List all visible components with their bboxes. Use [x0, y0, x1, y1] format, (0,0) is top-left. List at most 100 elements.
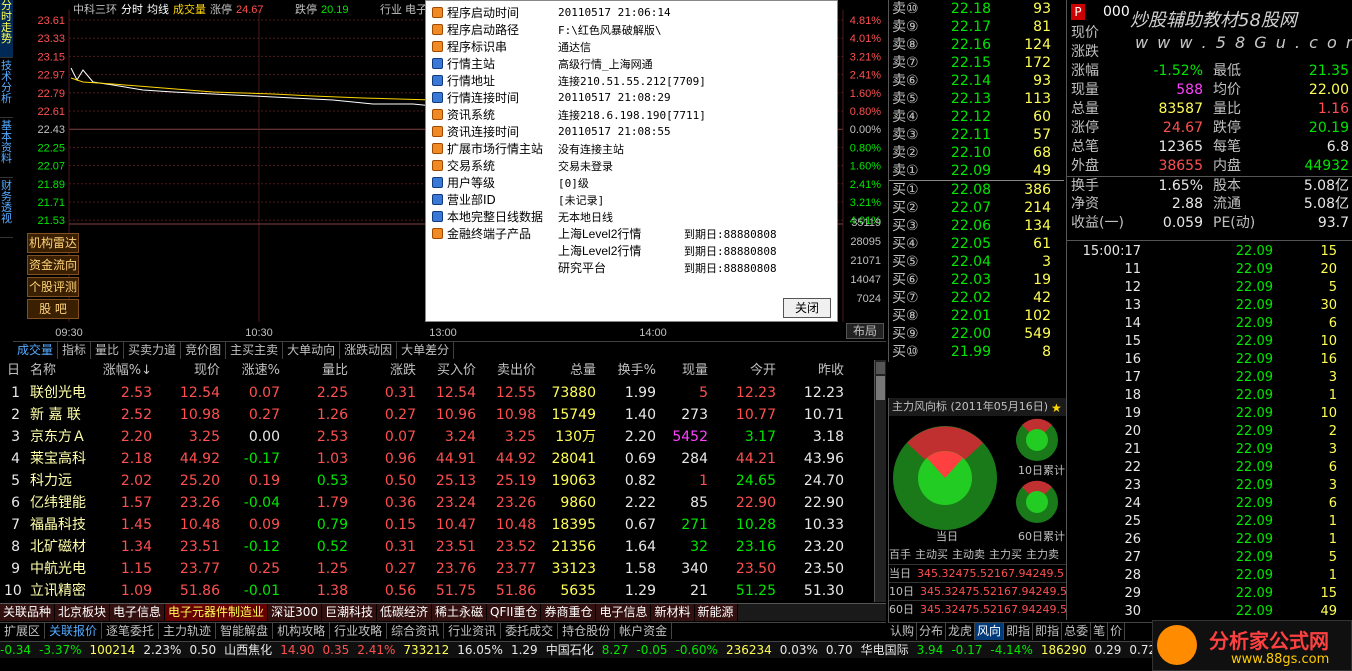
- bid-row[interactable]: 买⑥ 22.03 19: [889, 271, 1064, 289]
- sector-tab[interactable]: 稀土永磁: [432, 604, 488, 621]
- indicator-tab[interactable]: 大单动向: [283, 342, 341, 359]
- bid-row[interactable]: 买⑦ 22.02 42: [889, 289, 1064, 307]
- indicator-tab[interactable]: 量比: [91, 342, 125, 359]
- table-row[interactable]: 1 联创光电 2.53 12.54 0.07 2.25 0.31 12.54 12.55 7388…: [0, 382, 874, 404]
- column-header[interactable]: 涨速%: [226, 360, 280, 382]
- column-header[interactable]: 卖出价: [480, 360, 536, 382]
- bid-row[interactable]: 买⑩ 21.99 8: [889, 343, 1064, 361]
- column-header[interactable]: 换手%: [600, 360, 656, 382]
- bid-row[interactable]: 买⑨ 22.00 549: [889, 325, 1064, 343]
- side-button-0[interactable]: 机构雷达: [27, 233, 79, 253]
- right-tab[interactable]: 即指: [1004, 623, 1034, 640]
- star-icon[interactable]: ★: [1051, 401, 1062, 415]
- right-tab[interactable]: 笔: [1091, 623, 1109, 640]
- function-tab[interactable]: 帐户资金: [615, 623, 673, 639]
- sector-tab[interactable]: 关联品种: [0, 604, 56, 621]
- indicator-tab[interactable]: 成交量: [13, 342, 59, 359]
- table-row[interactable]: 3 京东方Ａ 2.20 3.25 0.00 2.53 0.07 3.24 3.25 130万 2.2…: [0, 426, 874, 448]
- ask-row[interactable]: 卖④ 22.12 60: [889, 108, 1064, 126]
- column-header[interactable]: 现价: [160, 360, 220, 382]
- column-header[interactable]: 总量: [540, 360, 596, 382]
- function-tab[interactable]: 关联报价: [45, 623, 103, 639]
- table-row[interactable]: 8 北矿磁材 1.34 23.51 -0.12 0.52 0.31 23.51 23.52 213…: [0, 536, 874, 558]
- indicator-tab[interactable]: 大单差分: [397, 342, 455, 359]
- function-tab[interactable]: 行业资讯: [444, 623, 502, 639]
- indicator-tab[interactable]: 买卖力道: [124, 342, 182, 359]
- right-tab[interactable]: 龙虎: [946, 623, 976, 640]
- sector-tab[interactable]: 电子信息: [110, 604, 166, 621]
- side-button-3[interactable]: 股 吧: [27, 299, 79, 319]
- sector-tab[interactable]: 巨潮科技: [321, 604, 377, 621]
- sector-tab[interactable]: 低碳经济: [376, 604, 432, 621]
- table-row[interactable]: 5 科力远 2.02 25.20 0.19 0.53 0.50 25.13 25.19 19063…: [0, 470, 874, 492]
- indicator-tab[interactable]: 竞价图: [181, 342, 227, 359]
- ask-row[interactable]: 卖⑦ 22.15 172: [889, 54, 1064, 72]
- bid-row[interactable]: 买⑤ 22.04 3: [889, 253, 1064, 271]
- left-tab-1[interactable]: 技术分析: [0, 60, 13, 118]
- ask-row[interactable]: 卖⑩ 22.18 93: [889, 0, 1064, 18]
- right-tab[interactable]: 风向: [975, 623, 1005, 640]
- bid-row[interactable]: 买③ 22.06 134: [889, 217, 1064, 235]
- ask-row[interactable]: 卖⑧ 22.16 124: [889, 36, 1064, 54]
- table-row[interactable]: 2 新 嘉 联 2.52 10.98 0.27 1.26 0.27 10.96 10.98 157…: [0, 404, 874, 426]
- left-tab-2[interactable]: 基本资料: [0, 120, 13, 178]
- sector-tab[interactable]: 新能源: [694, 604, 738, 621]
- column-header[interactable]: 名称: [30, 360, 100, 382]
- sector-tab[interactable]: 券商重仓: [541, 604, 597, 621]
- indicator-tab[interactable]: 主买主卖: [226, 342, 284, 359]
- function-tab[interactable]: 智能解盘: [216, 623, 274, 639]
- column-header[interactable]: 今开: [716, 360, 776, 382]
- right-tab[interactable]: 价: [1108, 623, 1126, 640]
- sector-tab[interactable]: QFII重仓: [487, 604, 542, 621]
- column-header[interactable]: 昨收: [786, 360, 844, 382]
- ask-row[interactable]: 卖③ 22.11 57: [889, 126, 1064, 144]
- table-row[interactable]: 7 福晶科技 1.45 10.48 0.09 0.79 0.15 10.47 10.48 1839…: [0, 514, 874, 536]
- left-tab-3[interactable]: 财务透视: [0, 180, 13, 238]
- function-tab[interactable]: 持仓股份: [558, 623, 616, 639]
- scroll-thumb[interactable]: [876, 376, 885, 400]
- function-tab[interactable]: 逐笔委托: [102, 623, 160, 639]
- ask-row[interactable]: 卖⑤ 22.13 113: [889, 90, 1064, 108]
- sector-tab[interactable]: 新材料: [651, 604, 695, 621]
- table-row[interactable]: 9 中航光电 1.15 23.77 0.25 1.25 0.27 23.76 23.77 3312…: [0, 558, 874, 580]
- right-tab[interactable]: 分布: [917, 623, 947, 640]
- column-header[interactable]: 日: [4, 360, 20, 382]
- bid-row[interactable]: 买⑧ 22.01 102: [889, 307, 1064, 325]
- side-button-2[interactable]: 个股评测: [27, 277, 79, 297]
- table-row[interactable]: 6 亿纬锂能 1.57 23.26 -0.04 1.79 0.36 23.24 23.26 986…: [0, 492, 874, 514]
- sector-tab[interactable]: 北京板块: [55, 604, 111, 621]
- function-tab[interactable]: 主力轨迹: [159, 623, 217, 639]
- side-button-1[interactable]: 资金流向: [27, 255, 79, 275]
- close-button[interactable]: 关闭: [783, 298, 831, 318]
- function-tab[interactable]: 行业攻略: [330, 623, 388, 639]
- ask-row[interactable]: 卖① 22.09 49: [889, 162, 1064, 180]
- ask-row[interactable]: 卖② 22.10 68: [889, 144, 1064, 162]
- function-tab[interactable]: 机构攻略: [273, 623, 331, 639]
- right-tab[interactable]: 总委: [1062, 623, 1092, 640]
- column-header[interactable]: 现量: [660, 360, 708, 382]
- table-row[interactable]: 4 莱宝高科 2.18 44.92 -0.17 1.03 0.96 44.91 44.92 280…: [0, 448, 874, 470]
- column-header[interactable]: 量比: [290, 360, 348, 382]
- left-tab-0[interactable]: 分时走势: [0, 0, 13, 58]
- bid-row[interactable]: 买② 22.07 214: [889, 199, 1064, 217]
- bid-row[interactable]: 买① 22.08 386: [889, 181, 1064, 199]
- right-tab[interactable]: 即指: [1033, 623, 1063, 640]
- ask-row[interactable]: 卖⑥ 22.14 93: [889, 72, 1064, 90]
- right-tab[interactable]: 认购: [888, 623, 918, 640]
- column-header[interactable]: 涨幅%↓: [100, 360, 152, 382]
- function-tab[interactable]: 委托成交: [501, 623, 559, 639]
- column-header[interactable]: 买入价: [420, 360, 476, 382]
- indicator-tab[interactable]: 指标: [58, 342, 92, 359]
- column-header[interactable]: 涨跌: [364, 360, 416, 382]
- layout-button[interactable]: 布局: [846, 323, 884, 339]
- scroll-up-arrow[interactable]: [876, 362, 885, 374]
- sector-tab[interactable]: 电子元器件制造业: [165, 604, 269, 621]
- function-tab[interactable]: 综合资讯: [387, 623, 445, 639]
- function-tab[interactable]: 扩展区: [0, 623, 46, 639]
- sector-tab[interactable]: 电子信息: [596, 604, 652, 621]
- table-row[interactable]: 10 立讯精密 1.09 51.86 -0.01 1.38 0.56 51.75 51.86 56…: [0, 580, 874, 602]
- indicator-tab[interactable]: 涨跌动因: [340, 342, 398, 359]
- list-scrollbar[interactable]: [874, 360, 886, 602]
- sector-tab[interactable]: 深证300: [268, 604, 322, 621]
- bid-row[interactable]: 买④ 22.05 61: [889, 235, 1064, 253]
